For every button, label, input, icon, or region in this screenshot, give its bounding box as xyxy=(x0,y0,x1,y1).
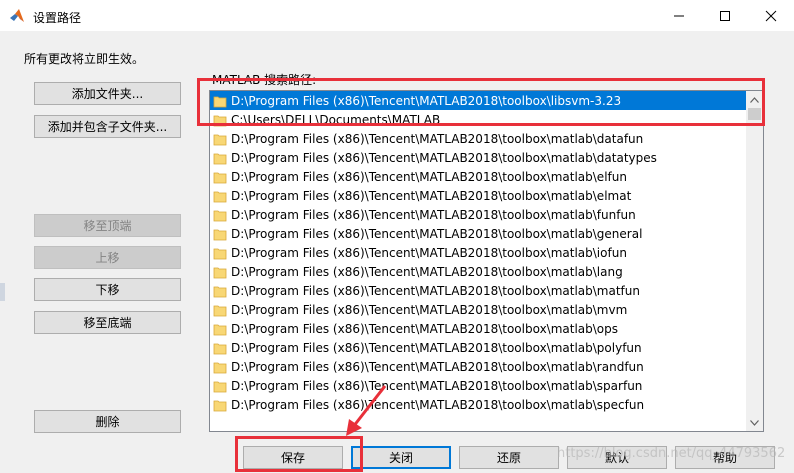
search-path-label: MATLAB 搜索路径: xyxy=(212,73,317,87)
folder-icon xyxy=(213,267,227,278)
maximize-button[interactable] xyxy=(702,0,748,31)
path-list-item[interactable]: D:\Program Files (x86)\Tencent\MATLAB201… xyxy=(210,243,747,262)
path-list-item[interactable]: D:\Program Files (x86)\Tencent\MATLAB201… xyxy=(210,338,747,357)
save-button[interactable]: 保存 xyxy=(243,446,343,469)
move-up-button[interactable]: 上移 xyxy=(34,246,181,269)
close-dialog-button[interactable]: 关闭 xyxy=(351,446,451,469)
folder-icon xyxy=(213,96,227,107)
add-with-subfolders-button[interactable]: 添加并包含子文件夹... xyxy=(34,115,181,138)
path-text: D:\Program Files (x86)\Tencent\MATLAB201… xyxy=(231,340,642,355)
scroll-down-arrow[interactable] xyxy=(746,414,763,431)
notice-text: 所有更改将立即生效。 xyxy=(24,52,145,66)
watermark: https://blog.csdn.net/qq_44793562 xyxy=(557,446,786,461)
folder-icon xyxy=(213,115,227,126)
folder-icon xyxy=(213,400,227,411)
folder-icon xyxy=(213,305,227,316)
path-text: D:\Program Files (x86)\Tencent\MATLAB201… xyxy=(231,169,627,184)
path-text: D:\Program Files (x86)\Tencent\MATLAB201… xyxy=(231,378,643,393)
move-down-button[interactable]: 下移 xyxy=(34,278,181,301)
folder-icon xyxy=(213,172,227,183)
window-title: 设置路径 xyxy=(33,11,82,25)
path-list-item[interactable]: D:\Program Files (x86)\Tencent\MATLAB201… xyxy=(210,262,747,281)
scroll-up-arrow[interactable] xyxy=(746,91,763,108)
add-folder-button[interactable]: 添加文件夹... xyxy=(34,82,181,105)
minimize-icon xyxy=(674,15,684,16)
folder-icon xyxy=(213,153,227,164)
folder-icon xyxy=(213,248,227,259)
remove-button[interactable]: 删除 xyxy=(34,410,181,433)
path-list-item[interactable]: D:\Program Files (x86)\Tencent\MATLAB201… xyxy=(210,300,747,319)
path-text: D:\Program Files (x86)\Tencent\MATLAB201… xyxy=(231,264,623,279)
folder-icon xyxy=(213,286,227,297)
move-to-top-button[interactable]: 移至顶端 xyxy=(34,214,181,237)
path-text: D:\Program Files (x86)\Tencent\MATLAB201… xyxy=(231,359,644,374)
path-list-item[interactable]: C:\Users\DELL\Documents\MATLAB xyxy=(210,110,747,129)
folder-icon xyxy=(213,191,227,202)
path-text: D:\Program Files (x86)\Tencent\MATLAB201… xyxy=(231,321,619,336)
path-text: D:\Program Files (x86)\Tencent\MATLAB201… xyxy=(231,150,657,165)
path-list-item[interactable]: D:\Program Files (x86)\Tencent\MATLAB201… xyxy=(210,91,747,110)
matlab-logo-icon xyxy=(10,9,24,22)
path-text: D:\Program Files (x86)\Tencent\MATLAB201… xyxy=(231,245,627,260)
folder-icon xyxy=(213,324,227,335)
path-text: C:\Users\DELL\Documents\MATLAB xyxy=(231,112,441,127)
close-icon xyxy=(765,10,777,21)
search-path-list[interactable]: D:\Program Files (x86)\Tencent\MATLAB201… xyxy=(209,90,764,432)
folder-icon xyxy=(213,362,227,373)
path-text: D:\Program Files (x86)\Tencent\MATLAB201… xyxy=(231,226,643,241)
restore-button[interactable]: 还原 xyxy=(459,446,559,469)
annotation-arrow-icon xyxy=(346,385,387,436)
path-list-item[interactable]: D:\Program Files (x86)\Tencent\MATLAB201… xyxy=(210,224,747,243)
path-text: D:\Program Files (x86)\Tencent\MATLAB201… xyxy=(231,397,645,412)
background-window-edge xyxy=(0,283,5,301)
folder-icon xyxy=(213,134,227,145)
path-list-item[interactable]: D:\Program Files (x86)\Tencent\MATLAB201… xyxy=(210,167,747,186)
path-text: D:\Program Files (x86)\Tencent\MATLAB201… xyxy=(231,188,632,203)
minimize-button[interactable] xyxy=(656,0,702,31)
title-bar: 设置路径 xyxy=(0,0,794,31)
folder-icon xyxy=(213,210,227,221)
path-list-item[interactable]: D:\Program Files (x86)\Tencent\MATLAB201… xyxy=(210,205,747,224)
path-text: D:\Program Files (x86)\Tencent\MATLAB201… xyxy=(231,207,636,222)
folder-icon xyxy=(213,381,227,392)
path-text: D:\Program Files (x86)\Tencent\MATLAB201… xyxy=(231,93,622,108)
path-list-item[interactable]: D:\Program Files (x86)\Tencent\MATLAB201… xyxy=(210,376,747,395)
path-list-item[interactable]: D:\Program Files (x86)\Tencent\MATLAB201… xyxy=(210,281,747,300)
path-list-item[interactable]: D:\Program Files (x86)\Tencent\MATLAB201… xyxy=(210,148,747,167)
folder-icon xyxy=(213,229,227,240)
scroll-thumb[interactable] xyxy=(748,108,761,120)
vertical-scrollbar[interactable] xyxy=(746,91,763,431)
maximize-icon xyxy=(720,10,730,21)
path-list-item[interactable]: D:\Program Files (x86)\Tencent\MATLAB201… xyxy=(210,186,747,205)
path-list-item[interactable]: D:\Program Files (x86)\Tencent\MATLAB201… xyxy=(210,357,747,376)
chevron-down-icon xyxy=(750,419,759,426)
path-text: D:\Program Files (x86)\Tencent\MATLAB201… xyxy=(231,283,640,298)
chevron-up-icon xyxy=(750,96,759,103)
path-list-item[interactable]: D:\Program Files (x86)\Tencent\MATLAB201… xyxy=(210,319,747,338)
path-list-item[interactable]: D:\Program Files (x86)\Tencent\MATLAB201… xyxy=(210,395,747,414)
move-to-bottom-button[interactable]: 移至底端 xyxy=(34,311,181,334)
path-text: D:\Program Files (x86)\Tencent\MATLAB201… xyxy=(231,131,644,146)
folder-icon xyxy=(213,343,227,354)
path-list-item[interactable]: D:\Program Files (x86)\Tencent\MATLAB201… xyxy=(210,129,747,148)
close-button[interactable] xyxy=(748,0,794,31)
path-text: D:\Program Files (x86)\Tencent\MATLAB201… xyxy=(231,302,628,317)
